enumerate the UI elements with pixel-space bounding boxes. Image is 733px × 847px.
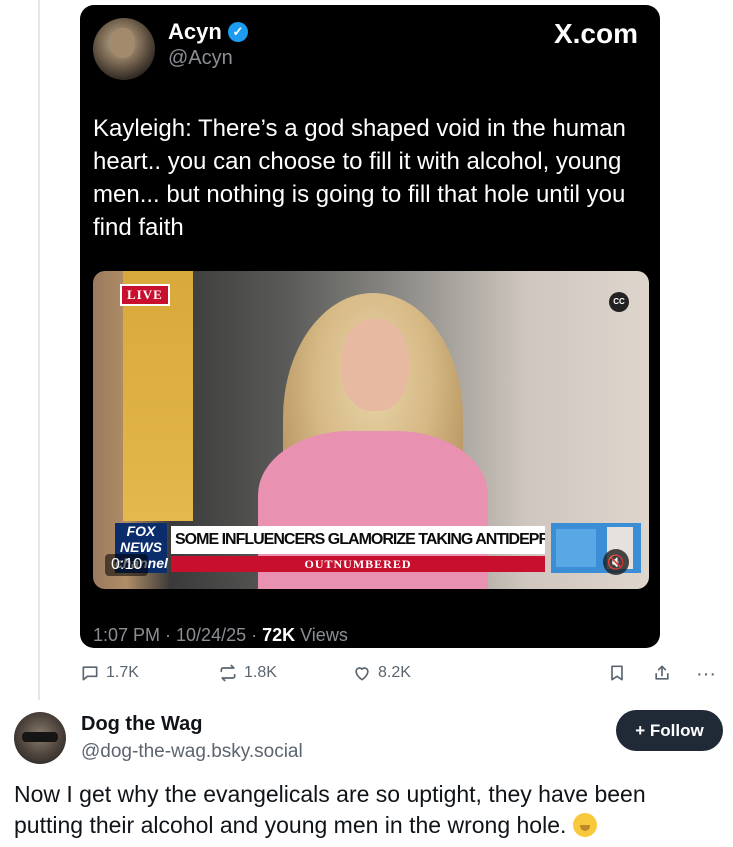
live-badge: LIVE xyxy=(120,284,170,306)
reply-count: 1.7K xyxy=(106,664,139,681)
more-icon: ··· xyxy=(696,663,716,685)
repost-icon xyxy=(220,664,236,682)
author-handle[interactable]: @dog-the-wag.bsky.social xyxy=(81,741,303,763)
timestamp[interactable]: 1:07 PM · 10/24/25 · xyxy=(93,625,262,645)
author-name[interactable]: Acyn xyxy=(168,19,222,45)
more-options-button[interactable]: ··· xyxy=(696,663,716,686)
smirk-emoji-icon xyxy=(572,813,597,837)
avatar[interactable] xyxy=(93,18,155,80)
heart-icon xyxy=(355,667,369,681)
repost-button[interactable]: 1.8K xyxy=(218,663,277,683)
views-count: 72K xyxy=(262,625,296,645)
show-name: OUTNUMBERED xyxy=(171,556,545,572)
embedded-post-text: Kayleigh: There’s a god shaped void in t… xyxy=(93,115,626,241)
views-label: Views xyxy=(295,625,348,645)
post-meta: 1:07 PM · 10/24/25 · 72K Views xyxy=(93,625,348,646)
video-player[interactable]: LIVE CC FOX NEWS channel SOME INFLUENCER… xyxy=(93,271,649,589)
verified-badge-icon: ✓ xyxy=(228,22,248,42)
chyron-headline: SOME INFLUENCERS GLAMORIZE TAKING ANTIDE… xyxy=(171,526,545,554)
like-button[interactable]: 8.2K xyxy=(352,663,411,683)
share-icon xyxy=(655,665,669,680)
share-button[interactable] xyxy=(652,663,672,683)
reply-icon xyxy=(82,666,98,681)
embedded-post-card[interactable]: Acyn ✓ @Acyn X.com Kayleigh: There’s a g… xyxy=(80,5,660,648)
speaker-muted-icon[interactable]: 🔇 xyxy=(603,549,629,575)
repost-count: 1.8K xyxy=(244,664,277,681)
like-count: 8.2K xyxy=(378,664,411,681)
bookmark-button[interactable] xyxy=(607,663,627,683)
author-handle[interactable]: @Acyn xyxy=(168,47,233,70)
closed-captions-button[interactable]: CC xyxy=(609,292,629,312)
avatar[interactable] xyxy=(14,712,66,764)
reply-button[interactable]: 1.7K xyxy=(80,663,139,683)
post-text: Now I get why the evangelicals are so up… xyxy=(14,781,646,838)
video-elapsed-time: 0:10 xyxy=(105,554,149,576)
action-bar: 1.7K 1.8K 8.2K ··· xyxy=(80,663,720,689)
follow-button[interactable]: + Follow xyxy=(616,710,723,751)
source-label: X.com xyxy=(553,18,638,49)
bookmark-icon xyxy=(611,665,623,681)
news-chyron: FOX NEWS channel SOME INFLUENCERS GLAMOR… xyxy=(115,523,641,573)
thread-line xyxy=(38,0,40,700)
author-name[interactable]: Dog the Wag xyxy=(81,713,202,736)
